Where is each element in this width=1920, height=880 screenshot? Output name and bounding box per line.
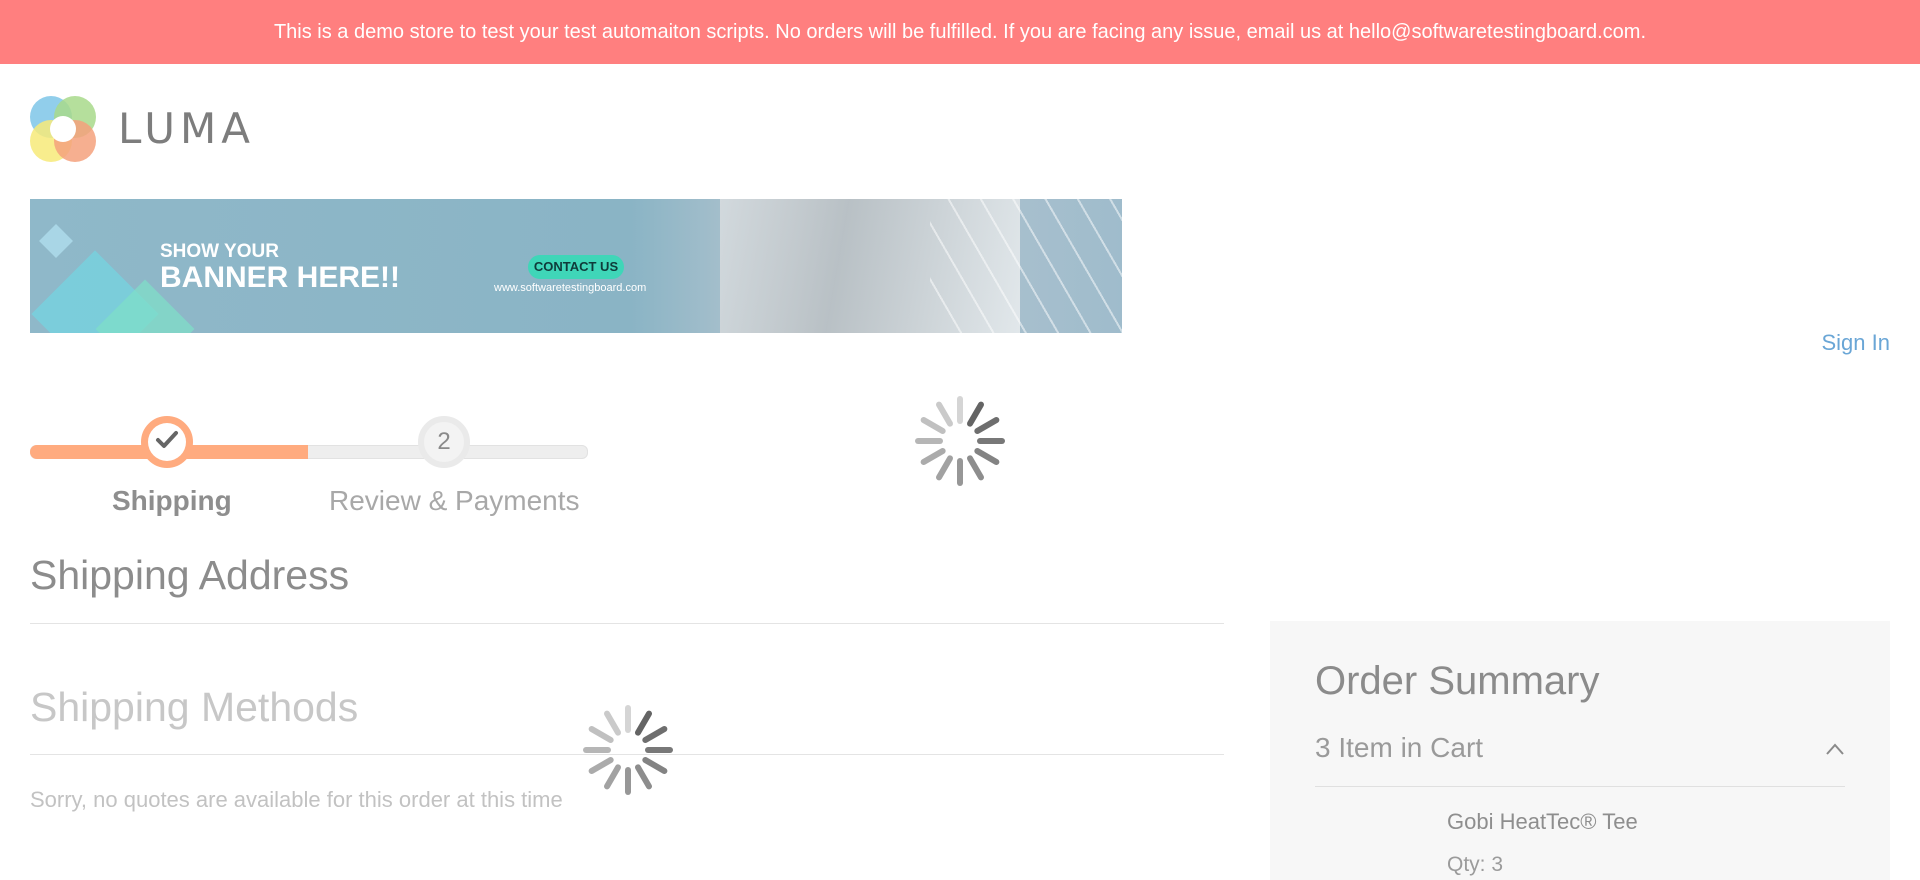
chevron-up-icon[interactable]: [1825, 742, 1845, 756]
step-shipping-dot[interactable]: [141, 416, 193, 468]
spinner-bar: [974, 448, 1000, 465]
loading-spinner-icon: [915, 396, 1005, 486]
shipping-methods-title: Shipping Methods: [30, 684, 359, 730]
spinner-bar: [604, 764, 621, 790]
promo-line-2: BANNER HERE!!: [160, 261, 400, 294]
sign-in-link[interactable]: Sign In: [1822, 330, 1891, 356]
demo-store-notice: This is a demo store to test your test a…: [0, 0, 1920, 64]
cart-item-count: 3 Item in Cart: [1315, 732, 1484, 763]
spinner-bar: [642, 726, 668, 743]
luma-logo[interactable]: LUMA: [30, 96, 250, 162]
step-review-dot[interactable]: 2: [418, 416, 470, 468]
divider: [30, 623, 1224, 624]
spinner-bar: [920, 417, 946, 434]
checkout-page: This is a demo store to test your test a…: [0, 0, 1920, 880]
promo-banner[interactable]: SHOW YOUR BANNER HERE!! CONTACT US www.s…: [30, 199, 1122, 333]
spinner-bar: [642, 757, 668, 774]
spinner-bar: [936, 455, 953, 481]
order-summary-title: Order Summary: [1315, 659, 1600, 703]
loading-spinner-icon: [583, 705, 673, 795]
no-quotes-message: Sorry, no quotes are available for this …: [30, 787, 563, 812]
step-review-label[interactable]: Review & Payments: [329, 485, 580, 517]
spinner-bar: [967, 455, 984, 481]
spinner-bar: [635, 764, 652, 790]
spinner-bar: [588, 726, 614, 743]
cart-item-name: Gobi HeatTec® Tee: [1447, 809, 1638, 834]
checkout-progress-bar: 2 Shipping Review & Payments: [30, 412, 588, 522]
divider: [1315, 786, 1845, 787]
spinner-bar: [967, 401, 984, 427]
spinner-bar: [920, 448, 946, 465]
promo-url: www.softwaretestingboard.com: [494, 282, 647, 294]
spinner-bar: [604, 710, 621, 736]
order-summary: Order Summary 3 Item in Cart Gobi HeatTe…: [1270, 621, 1890, 880]
shipping-address-title: Shipping Address: [30, 552, 350, 598]
spinner-bar: [635, 710, 652, 736]
spinner-bar: [974, 417, 1000, 434]
luma-logo-icon: [30, 96, 96, 162]
cart-items-toggle[interactable]: 3 Item in Cart: [1315, 732, 1845, 784]
contact-us-button[interactable]: CONTACT US: [528, 255, 624, 279]
spinner-bar: [588, 757, 614, 774]
logo-text: LUMA: [118, 104, 256, 153]
check-icon: [156, 431, 178, 448]
spinner-bar: [936, 401, 953, 427]
cart-item-qty: Qty: 3: [1447, 853, 1504, 876]
promo-line-1: SHOW YOUR: [160, 241, 279, 262]
step-shipping-label[interactable]: Shipping: [112, 485, 232, 517]
